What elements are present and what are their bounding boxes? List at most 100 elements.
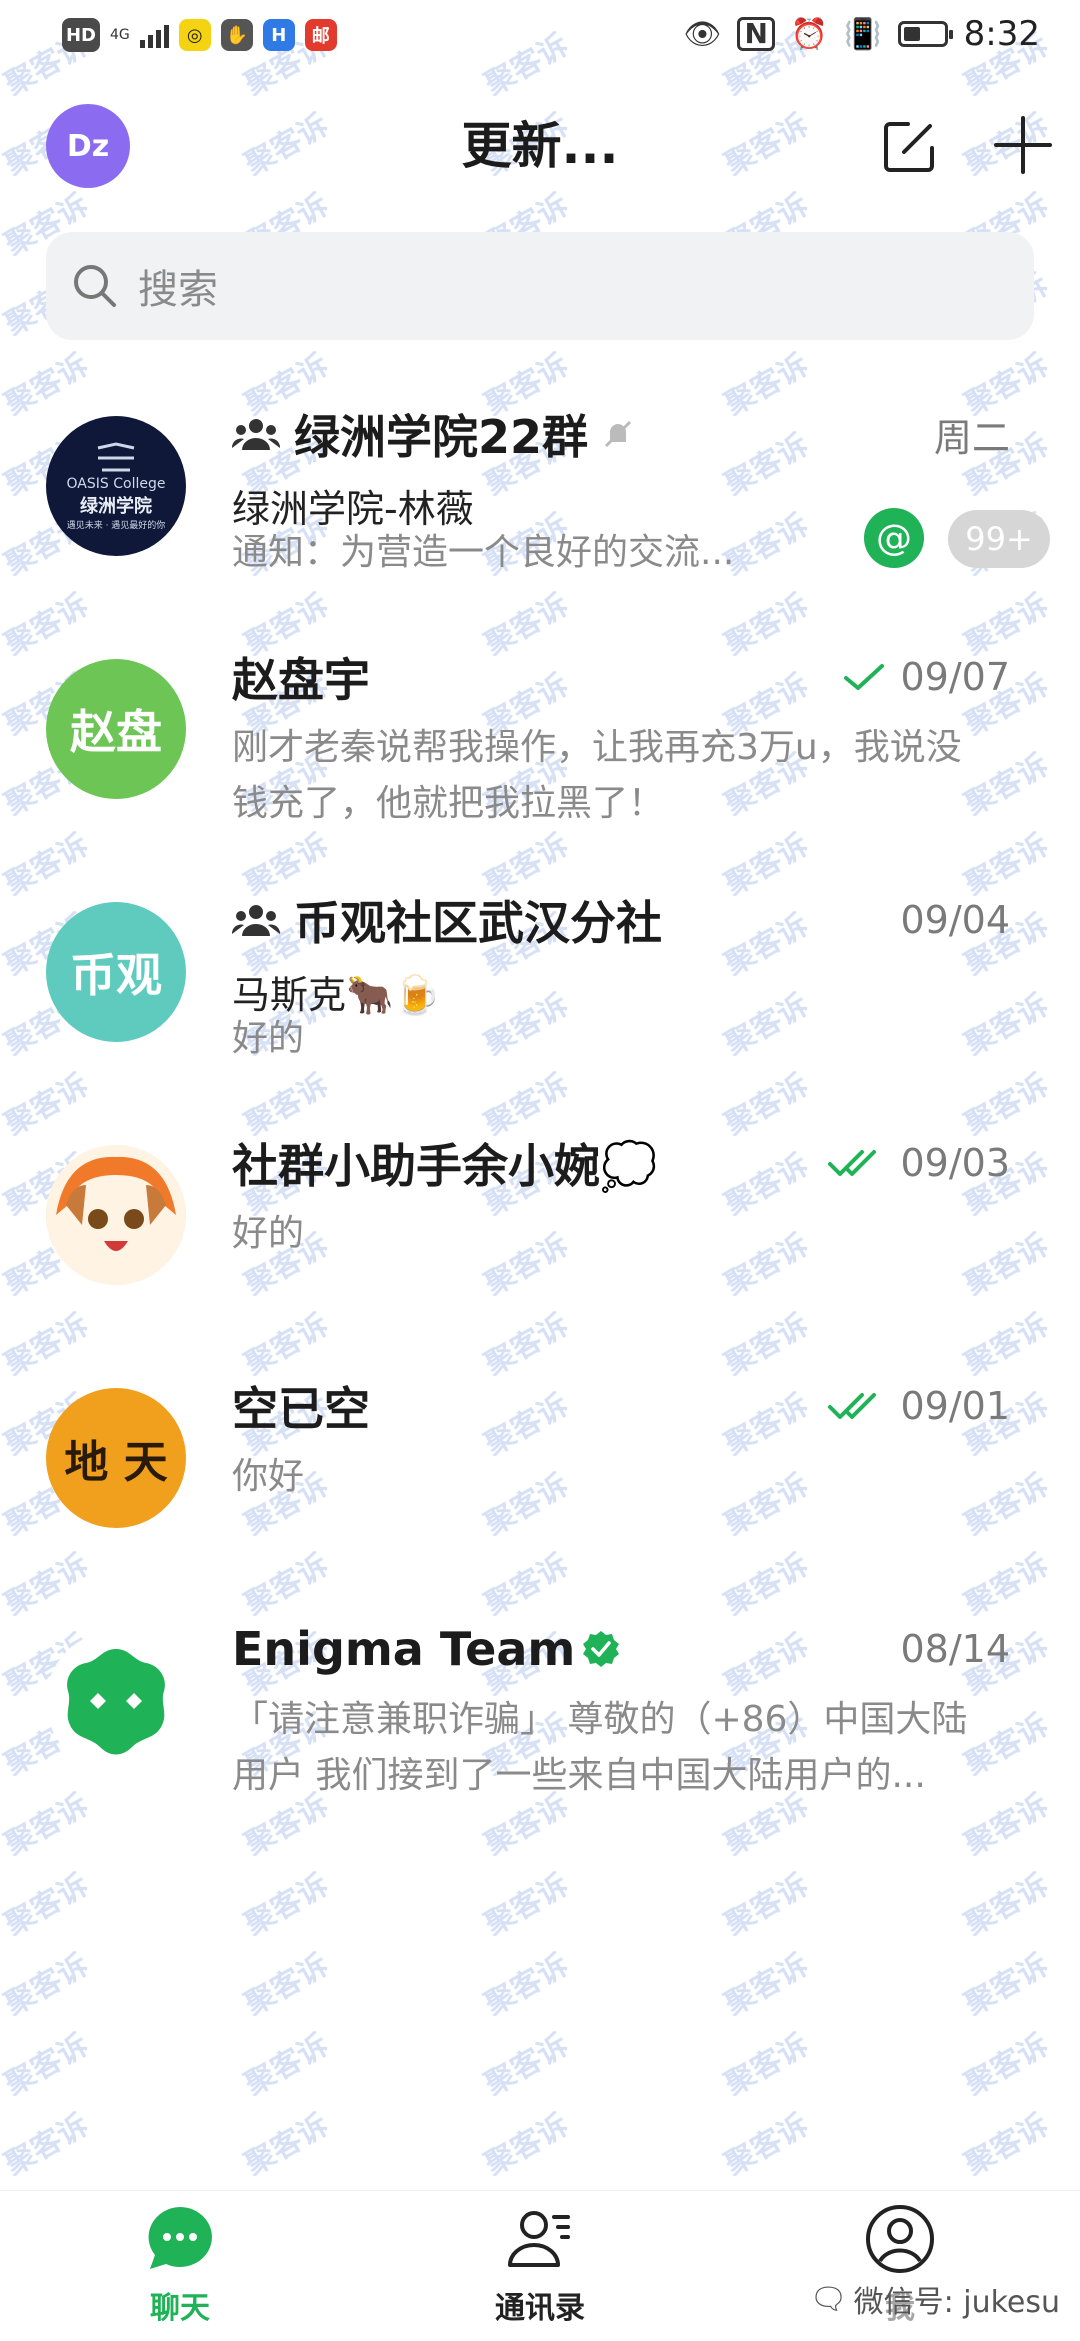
nfc-icon: N [737, 17, 775, 51]
chat-name: 赵盘宇 [232, 653, 370, 707]
watermark-text: 聚客诉 [479, 1867, 575, 1943]
chat-name: 社群小助手余小婉💭 [232, 1139, 658, 1193]
watermark-text: 聚客诉 [0, 2107, 95, 2183]
chat-preview: 你好 [232, 1456, 305, 1497]
watermark-text: 聚客诉 [0, 1867, 95, 1943]
clock: 8:32 [963, 14, 1040, 54]
chat-name: 币观社区武汉分社 [294, 896, 662, 950]
chat-name-row: 空已空 09/01 [232, 1376, 1040, 1436]
chat-date: 09/03 [828, 1133, 1010, 1193]
search-bar[interactable]: 搜索 [46, 232, 1034, 340]
chat-avatar: 地 天 [46, 1388, 186, 1528]
chat-item[interactable]: 地 天 空已空 09/01 你好 [0, 1340, 1080, 1583]
chat-preview: 通知：为营造一个良好的交流... [232, 532, 735, 573]
search-placeholder: 搜索 [138, 267, 218, 313]
verified-badge-icon [583, 1631, 620, 1667]
tab-chats[interactable]: 聊天 [80, 2203, 280, 2327]
chat-date: 09/01 [828, 1376, 1010, 1436]
watermark-text: 聚客诉 [719, 1947, 815, 2023]
chat-name-row: Enigma Team 08/14 [232, 1619, 1040, 1679]
watermark-text: 聚客诉 [0, 2027, 95, 2103]
chat-preview-line: 钱充了，他就把我拉黑了！ [232, 783, 665, 824]
double-check-icon [828, 1393, 877, 1419]
status-bar: HD 4G ◎ ✋ H 邮 👁 N ⏰ 📳 8:32 [0, 0, 1080, 72]
tab-label: 通讯录 [495, 2291, 585, 2326]
watermark-text: 聚客诉 [479, 2027, 575, 2103]
anime-girl-avatar-icon [46, 1145, 186, 1285]
chat-name-row: 币观社区武汉分社 09/04 [232, 890, 1040, 950]
app-notification-icon: ✋ [220, 19, 253, 51]
watermark-text: 聚客诉 [959, 1867, 1055, 1943]
chat-bubble-icon [148, 2207, 212, 2269]
chat-name: Enigma Team [232, 1622, 576, 1676]
watermark-text: 聚客诉 [719, 1867, 815, 1943]
chat-name: 绿洲学院22群 [294, 410, 589, 464]
wechat-id-mark: 🗨 微信号: jukesu [809, 2277, 1060, 2321]
tab-label: 聊天 [150, 2291, 210, 2326]
search-icon [74, 265, 116, 307]
app-notification-icon: H [262, 19, 295, 51]
compose-button[interactable] [878, 114, 942, 178]
header: Dz 更新... [0, 90, 1080, 200]
watermark-text: 聚客诉 [479, 2107, 575, 2183]
app-notification-icon: ◎ [178, 19, 211, 51]
profile-icon [866, 2205, 934, 2273]
chat-name-row: 赵盘宇 09/07 [232, 647, 1040, 707]
chat-item[interactable]: 币观 币观社区武汉分社 09/04 马斯克🐂🍺 好的 [0, 854, 1080, 1097]
network-type: 4G [110, 27, 130, 43]
add-button[interactable] [990, 112, 1056, 178]
chat-date: 08/14 [900, 1627, 1010, 1671]
double-check-icon [828, 1150, 877, 1176]
chat-list: OASIS College 绿洲学院 遇见未来 · 遇见最好的你 绿洲学院22群… [0, 368, 1080, 1826]
hd-indicator: HD [62, 18, 100, 52]
watermark-text: 聚客诉 [239, 2027, 335, 2103]
chat-item[interactable]: Enigma Team 08/14 「请注意兼职诈骗」 尊敬的（+86）中国大陆… [0, 1583, 1080, 1826]
chat-name: 空已空 [232, 1382, 370, 1436]
alarm-icon: ⏰ [790, 16, 829, 52]
chat-preview-line: 刚才老秦说帮我操作，让我再充3万u，我说没 [232, 727, 962, 768]
chat-avatar [46, 1631, 186, 1771]
watermark-text: 聚客诉 [479, 1947, 575, 2023]
mention-badge: @ [864, 508, 924, 568]
watermark-text: 聚客诉 [239, 2107, 335, 2183]
enigma-logo-icon [67, 1649, 165, 1755]
chat-sender: 绿洲学院-林薇 [232, 487, 474, 531]
watermark-text: 聚客诉 [959, 2027, 1055, 2103]
app-notification-icon: 邮 [304, 19, 337, 51]
watermark-text: 聚客诉 [0, 1947, 95, 2023]
battery-icon [897, 21, 953, 47]
watermark-text: 聚客诉 [959, 2107, 1055, 2183]
group-icon [232, 419, 280, 450]
chat-date: 09/04 [900, 898, 1010, 942]
chat-date: 周二 [933, 415, 1010, 460]
single-check-icon [844, 664, 885, 690]
chat-avatar: 币观 [46, 902, 186, 1042]
compose-icon [884, 122, 934, 172]
watermark-text: 聚客诉 [239, 1947, 335, 2023]
chat-name-row: 绿洲学院22群 周二 [232, 404, 1040, 464]
group-icon [232, 905, 280, 936]
watermark-text: 聚客诉 [719, 2027, 815, 2103]
watermark-text: 聚客诉 [719, 2107, 815, 2183]
college-logo-icon [97, 441, 135, 471]
vibrate-icon: 📳 [844, 16, 882, 52]
chat-avatar [46, 1145, 186, 1285]
chat-date: 09/07 [842, 647, 1010, 707]
chat-avatar: OASIS College 绿洲学院 遇见未来 · 遇见最好的你 [46, 416, 186, 556]
signal-icon [139, 22, 169, 48]
chat-preview-line: 用户 我们接到了一些来自中国大陆用户的... [232, 1755, 926, 1796]
chat-item[interactable]: 赵盘 赵盘宇 09/07 刚才老秦说帮我操作，让我再充3万u，我说没 钱充了，他… [0, 611, 1080, 854]
tab-bar: 聊天 通讯录 我 🗨 微信号: jukesu [0, 2190, 1080, 2341]
chat-item[interactable]: OASIS College 绿洲学院 遇见未来 · 遇见最好的你 绿洲学院22群… [0, 368, 1080, 611]
watermark-text: 聚客诉 [959, 1947, 1055, 2023]
chat-preview: 好的 [232, 1018, 305, 1059]
mute-bell-icon [604, 420, 632, 448]
chat-preview: 好的 [232, 1213, 305, 1254]
tab-contacts[interactable]: 通讯录 [440, 2203, 640, 2327]
eye-icon: 👁 [683, 16, 722, 52]
chat-preview-line: 「请注意兼职诈骗」 尊敬的（+86）中国大陆 [232, 1699, 968, 1740]
watermark-text: 聚客诉 [239, 1867, 335, 1943]
chat-item[interactable]: 社群小助手余小婉💭 09/03 好的 [0, 1097, 1080, 1340]
chat-avatar: 赵盘 [46, 659, 186, 799]
unread-count-badge: 99+ [948, 510, 1050, 568]
